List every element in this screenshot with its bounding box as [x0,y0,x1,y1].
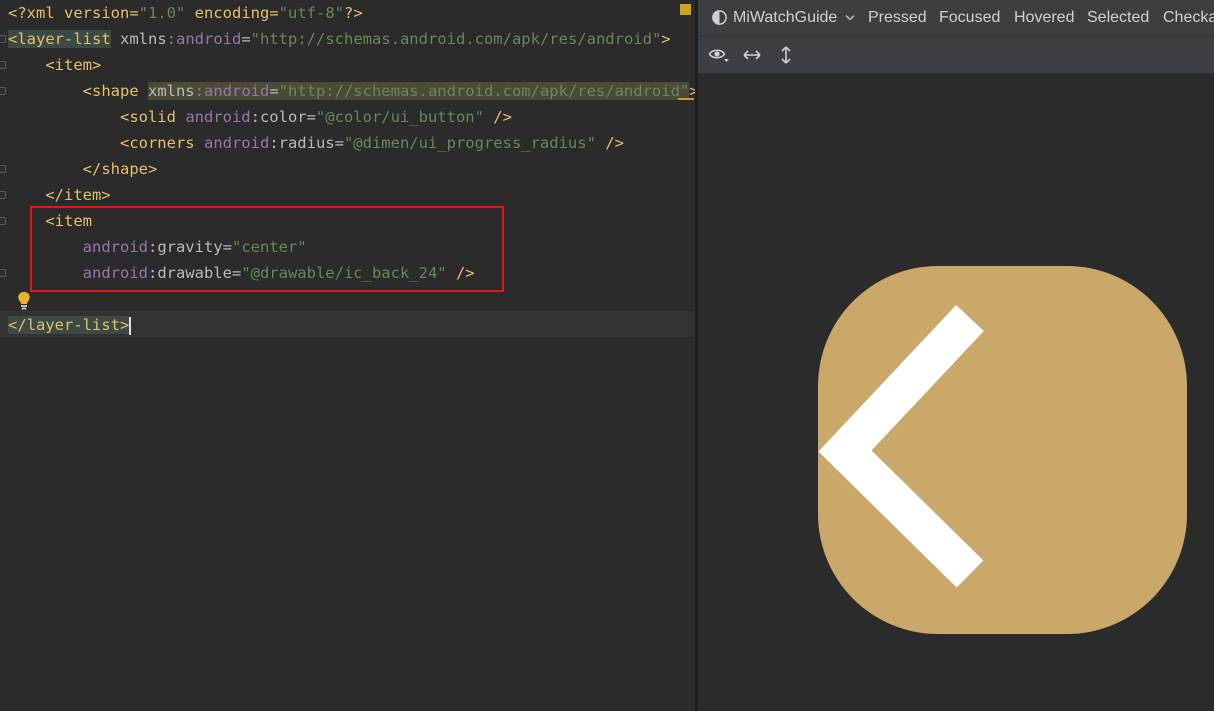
code-token: </layer-list> [8,316,130,334]
drawable-background-shape [818,266,1187,634]
state-hovered[interactable]: Hovered [1014,0,1074,36]
preview-panel: MiWatchGuide Pressed Focused Hovered Sel… [698,0,1214,711]
code-token: /> [483,108,512,126]
code-token: :android [194,82,270,100]
code-line[interactable]: <layer-list xmlns:android="http://schema… [8,26,671,52]
code-token: <item> [45,56,102,74]
code-token: android [203,134,270,152]
code-token: <corners [119,134,204,152]
contrast-circle-icon[interactable] [711,9,728,26]
state-pressed[interactable]: Pressed [868,0,927,36]
code-token: </item> [45,186,111,204]
fold-marker[interactable] [0,269,6,277]
text-caret [129,316,132,335]
code-token: <?xml version= [8,4,139,22]
annotation-highlight-box [30,206,504,292]
code-token: = [269,82,279,100]
fold-marker[interactable] [0,165,6,173]
state-focused[interactable]: Focused [939,0,1000,36]
code-token: "utf-8" [278,4,344,22]
fold-marker[interactable] [0,35,6,43]
editor-gutter [0,0,8,711]
code-token: <solid [119,108,186,126]
code-token: = [241,30,251,48]
code-token: :radius= [269,134,344,152]
eye-icon[interactable] [708,45,730,65]
warning-stripe-marker[interactable] [680,4,691,15]
code-token: ?> [343,4,363,22]
code-line[interactable]: </item> [8,182,111,208]
fold-marker[interactable] [0,217,6,225]
code-token: </shape> [82,160,158,178]
code-token: "http://schemas.android.com/apk/res/andr… [278,82,690,100]
code-token: <layer-list [8,30,111,48]
fold-marker[interactable] [0,191,6,199]
lightbulb-icon[interactable] [16,291,32,311]
device-dropdown[interactable]: MiWatchGuide [733,0,855,36]
code-line[interactable]: <solid android:color="@color/ui_button" … [8,104,512,130]
preview-state-toolbar: MiWatchGuide Pressed Focused Hovered Sel… [698,0,1214,37]
fold-marker[interactable] [0,61,6,69]
code-token: android [185,108,251,126]
warning-underline [678,98,694,100]
device-label: MiWatchGuide [733,9,838,26]
code-token: <shape [82,82,148,100]
horizontal-arrows-icon[interactable] [742,45,762,65]
code-token: :android [166,30,242,48]
code-token: "@dimen/ui_progress_radius" [343,134,596,152]
fold-marker[interactable] [0,87,6,95]
code-token: "http://schemas.android.com/apk/res/andr… [250,30,662,48]
chevron-down-icon [845,14,855,21]
code-token: "@color/ui_button" [315,108,484,126]
preview-view-toolbar [698,37,1214,74]
code-token: xmlns [120,30,167,48]
state-selected[interactable]: Selected [1087,0,1149,36]
drawable-preview [818,266,1187,634]
code-token: > [661,30,671,48]
code-line[interactable]: <item> [8,52,101,78]
code-editor[interactable]: <?xml version="1.0" encoding="utf-8"?> <l… [0,0,699,711]
vertical-arrows-icon[interactable] [776,45,796,65]
state-checkable[interactable]: Checka [1163,0,1214,36]
code-token: /> [595,134,624,152]
code-line[interactable]: <shape xmlns:android="http://schemas.and… [8,78,699,104]
code-token: "1.0" [138,4,186,22]
code-line[interactable]: </shape> [8,156,158,182]
code-line[interactable]: <?xml version="1.0" encoding="utf-8"?> [8,0,363,26]
code-token: encoding= [185,4,279,22]
code-line[interactable]: </layer-list> [8,312,132,338]
code-token: xmlns [147,82,195,100]
code-line[interactable]: <corners android:radius="@dimen/ui_progr… [8,130,624,156]
code-token: :color= [250,108,316,126]
preview-canvas [698,74,1214,711]
